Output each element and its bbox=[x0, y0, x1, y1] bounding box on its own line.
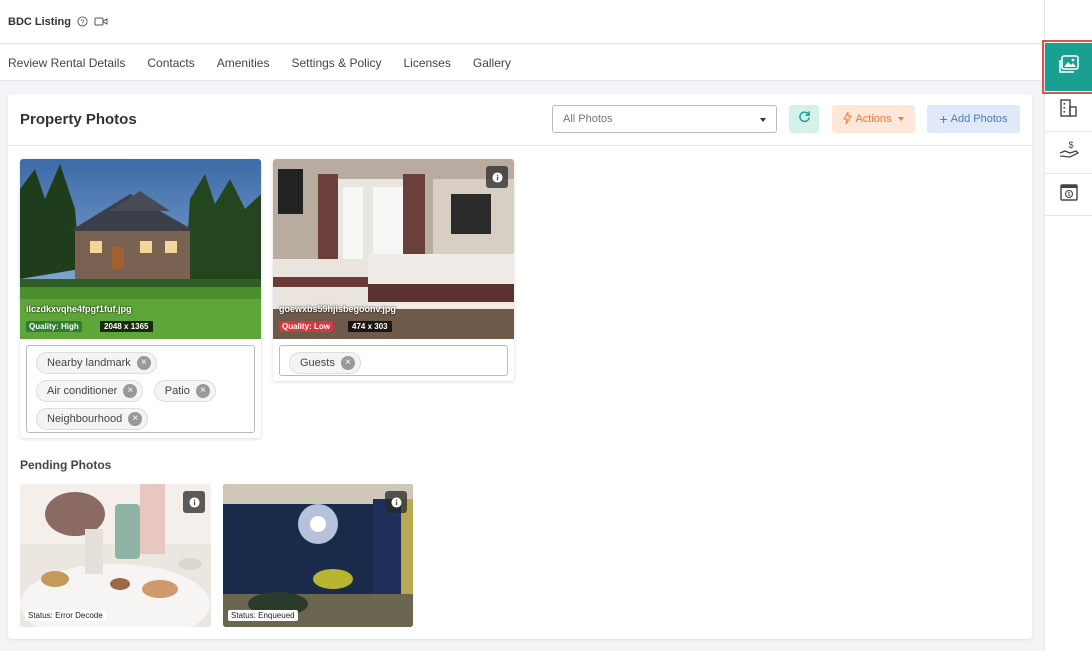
tag-label: Neighbourhood bbox=[47, 413, 123, 425]
tags-field[interactable]: Guests × bbox=[279, 345, 508, 376]
photo-card: goewxbs59hjisbegoonv.jpg Quality: Low 47… bbox=[273, 159, 514, 381]
tag-chip: Air conditioner × bbox=[36, 380, 144, 402]
add-photos-button[interactable]: + Add Photos bbox=[927, 105, 1020, 133]
remove-tag-icon[interactable]: × bbox=[195, 384, 210, 398]
tag-label: Air conditioner bbox=[47, 385, 118, 397]
add-photos-label: Add Photos bbox=[950, 113, 1008, 125]
tag-chip: Patio × bbox=[153, 380, 216, 402]
pending-photo[interactable]: Status: Enqueued bbox=[223, 484, 413, 627]
sidebar-item-property[interactable] bbox=[1045, 90, 1092, 132]
sidebar-item-rates[interactable]: $ bbox=[1045, 174, 1092, 216]
info-icon[interactable] bbox=[183, 491, 205, 513]
remove-tag-icon[interactable]: × bbox=[128, 412, 143, 426]
tab-amenities[interactable]: Amenities bbox=[217, 56, 270, 70]
info-icon[interactable] bbox=[486, 166, 508, 188]
tab-contacts[interactable]: Contacts bbox=[147, 56, 194, 70]
photo-card: ilczdkxvqhe4fpgf1fuf.jpg Quality: High 2… bbox=[20, 159, 261, 438]
remove-tag-icon[interactable]: × bbox=[340, 356, 355, 370]
svg-text:$: $ bbox=[1068, 192, 1071, 198]
pending-photo[interactable]: Status: Error Decode bbox=[20, 484, 211, 627]
property-photos-title: Property Photos bbox=[20, 111, 137, 128]
dimensions-badge: 474 x 303 bbox=[348, 321, 392, 332]
photo-filename: goewxbs59hjisbegoonv.jpg bbox=[279, 304, 396, 314]
status-badge: Status: Enqueued bbox=[228, 610, 298, 621]
pending-photos-title: Pending Photos bbox=[20, 458, 112, 472]
tag-chip: Nearby landmark × bbox=[36, 352, 157, 374]
video-camera-icon[interactable] bbox=[94, 16, 108, 27]
tag-chip: Guests × bbox=[289, 352, 361, 374]
tab-licenses[interactable]: Licenses bbox=[403, 56, 450, 70]
photo-gallery-icon bbox=[1058, 54, 1080, 80]
card-header: Property Photos All Photos Actions + Add… bbox=[8, 94, 1032, 146]
refresh-icon bbox=[798, 110, 811, 128]
dimensions-badge: 2048 x 1365 bbox=[100, 321, 153, 332]
tab-review-rental-details[interactable]: Review Rental Details bbox=[8, 56, 125, 70]
tag-label: Guests bbox=[300, 357, 335, 369]
photo-filter-value: All Photos bbox=[563, 113, 613, 125]
plus-icon: + bbox=[939, 111, 948, 127]
actions-button[interactable]: Actions bbox=[832, 105, 915, 133]
svg-text:?: ? bbox=[80, 17, 84, 26]
photo-thumbnail[interactable]: goewxbs59hjisbegoonv.jpg Quality: Low 47… bbox=[273, 159, 514, 339]
refresh-button[interactable] bbox=[789, 105, 819, 133]
remove-tag-icon[interactable]: × bbox=[136, 356, 151, 370]
hand-dollar-icon: $ bbox=[1058, 139, 1080, 166]
quality-badge: Quality: Low bbox=[279, 321, 333, 332]
photo-filename: ilczdkxvqhe4fpgf1fuf.jpg bbox=[26, 304, 132, 314]
photo-thumbnail[interactable]: ilczdkxvqhe4fpgf1fuf.jpg Quality: High 2… bbox=[20, 159, 261, 339]
sidebar-item-pricing[interactable]: $ bbox=[1045, 132, 1092, 174]
tab-settings-policy[interactable]: Settings & Policy bbox=[291, 56, 381, 70]
tag-label: Patio bbox=[164, 385, 190, 397]
info-icon[interactable] bbox=[385, 491, 407, 513]
sidebar-item-gallery[interactable] bbox=[1042, 40, 1092, 94]
page-title: BDC Listing bbox=[8, 15, 71, 28]
property-photos-card: Property Photos All Photos Actions + Add… bbox=[8, 94, 1032, 639]
caret-down-icon bbox=[897, 117, 904, 121]
top-bar: BDC Listing ? bbox=[0, 0, 1044, 44]
remove-tag-icon[interactable]: × bbox=[123, 384, 138, 398]
actions-label: Actions bbox=[855, 113, 892, 125]
tag-chip: Neighbourhood × bbox=[36, 408, 149, 430]
help-circle-icon[interactable]: ? bbox=[77, 16, 88, 27]
photo-filter-select[interactable]: All Photos bbox=[552, 105, 777, 133]
quality-badge: Quality: High bbox=[26, 321, 82, 332]
calendar-dollar-icon: $ bbox=[1059, 182, 1079, 207]
svg-text:$: $ bbox=[1068, 140, 1073, 150]
tags-field[interactable]: Nearby landmark × Air conditioner × Patio ×… bbox=[26, 345, 255, 433]
tab-bar: Review Rental Details Contacts Amenities… bbox=[0, 45, 1044, 81]
building-icon bbox=[1059, 98, 1079, 123]
status-badge: Status: Error Decode bbox=[25, 610, 106, 621]
chevron-down-icon bbox=[760, 118, 766, 122]
tab-gallery[interactable]: Gallery bbox=[473, 56, 511, 70]
lightning-icon bbox=[843, 109, 853, 127]
tag-label: Nearby landmark bbox=[47, 357, 131, 369]
right-sidebar: $ $ bbox=[1042, 0, 1092, 651]
